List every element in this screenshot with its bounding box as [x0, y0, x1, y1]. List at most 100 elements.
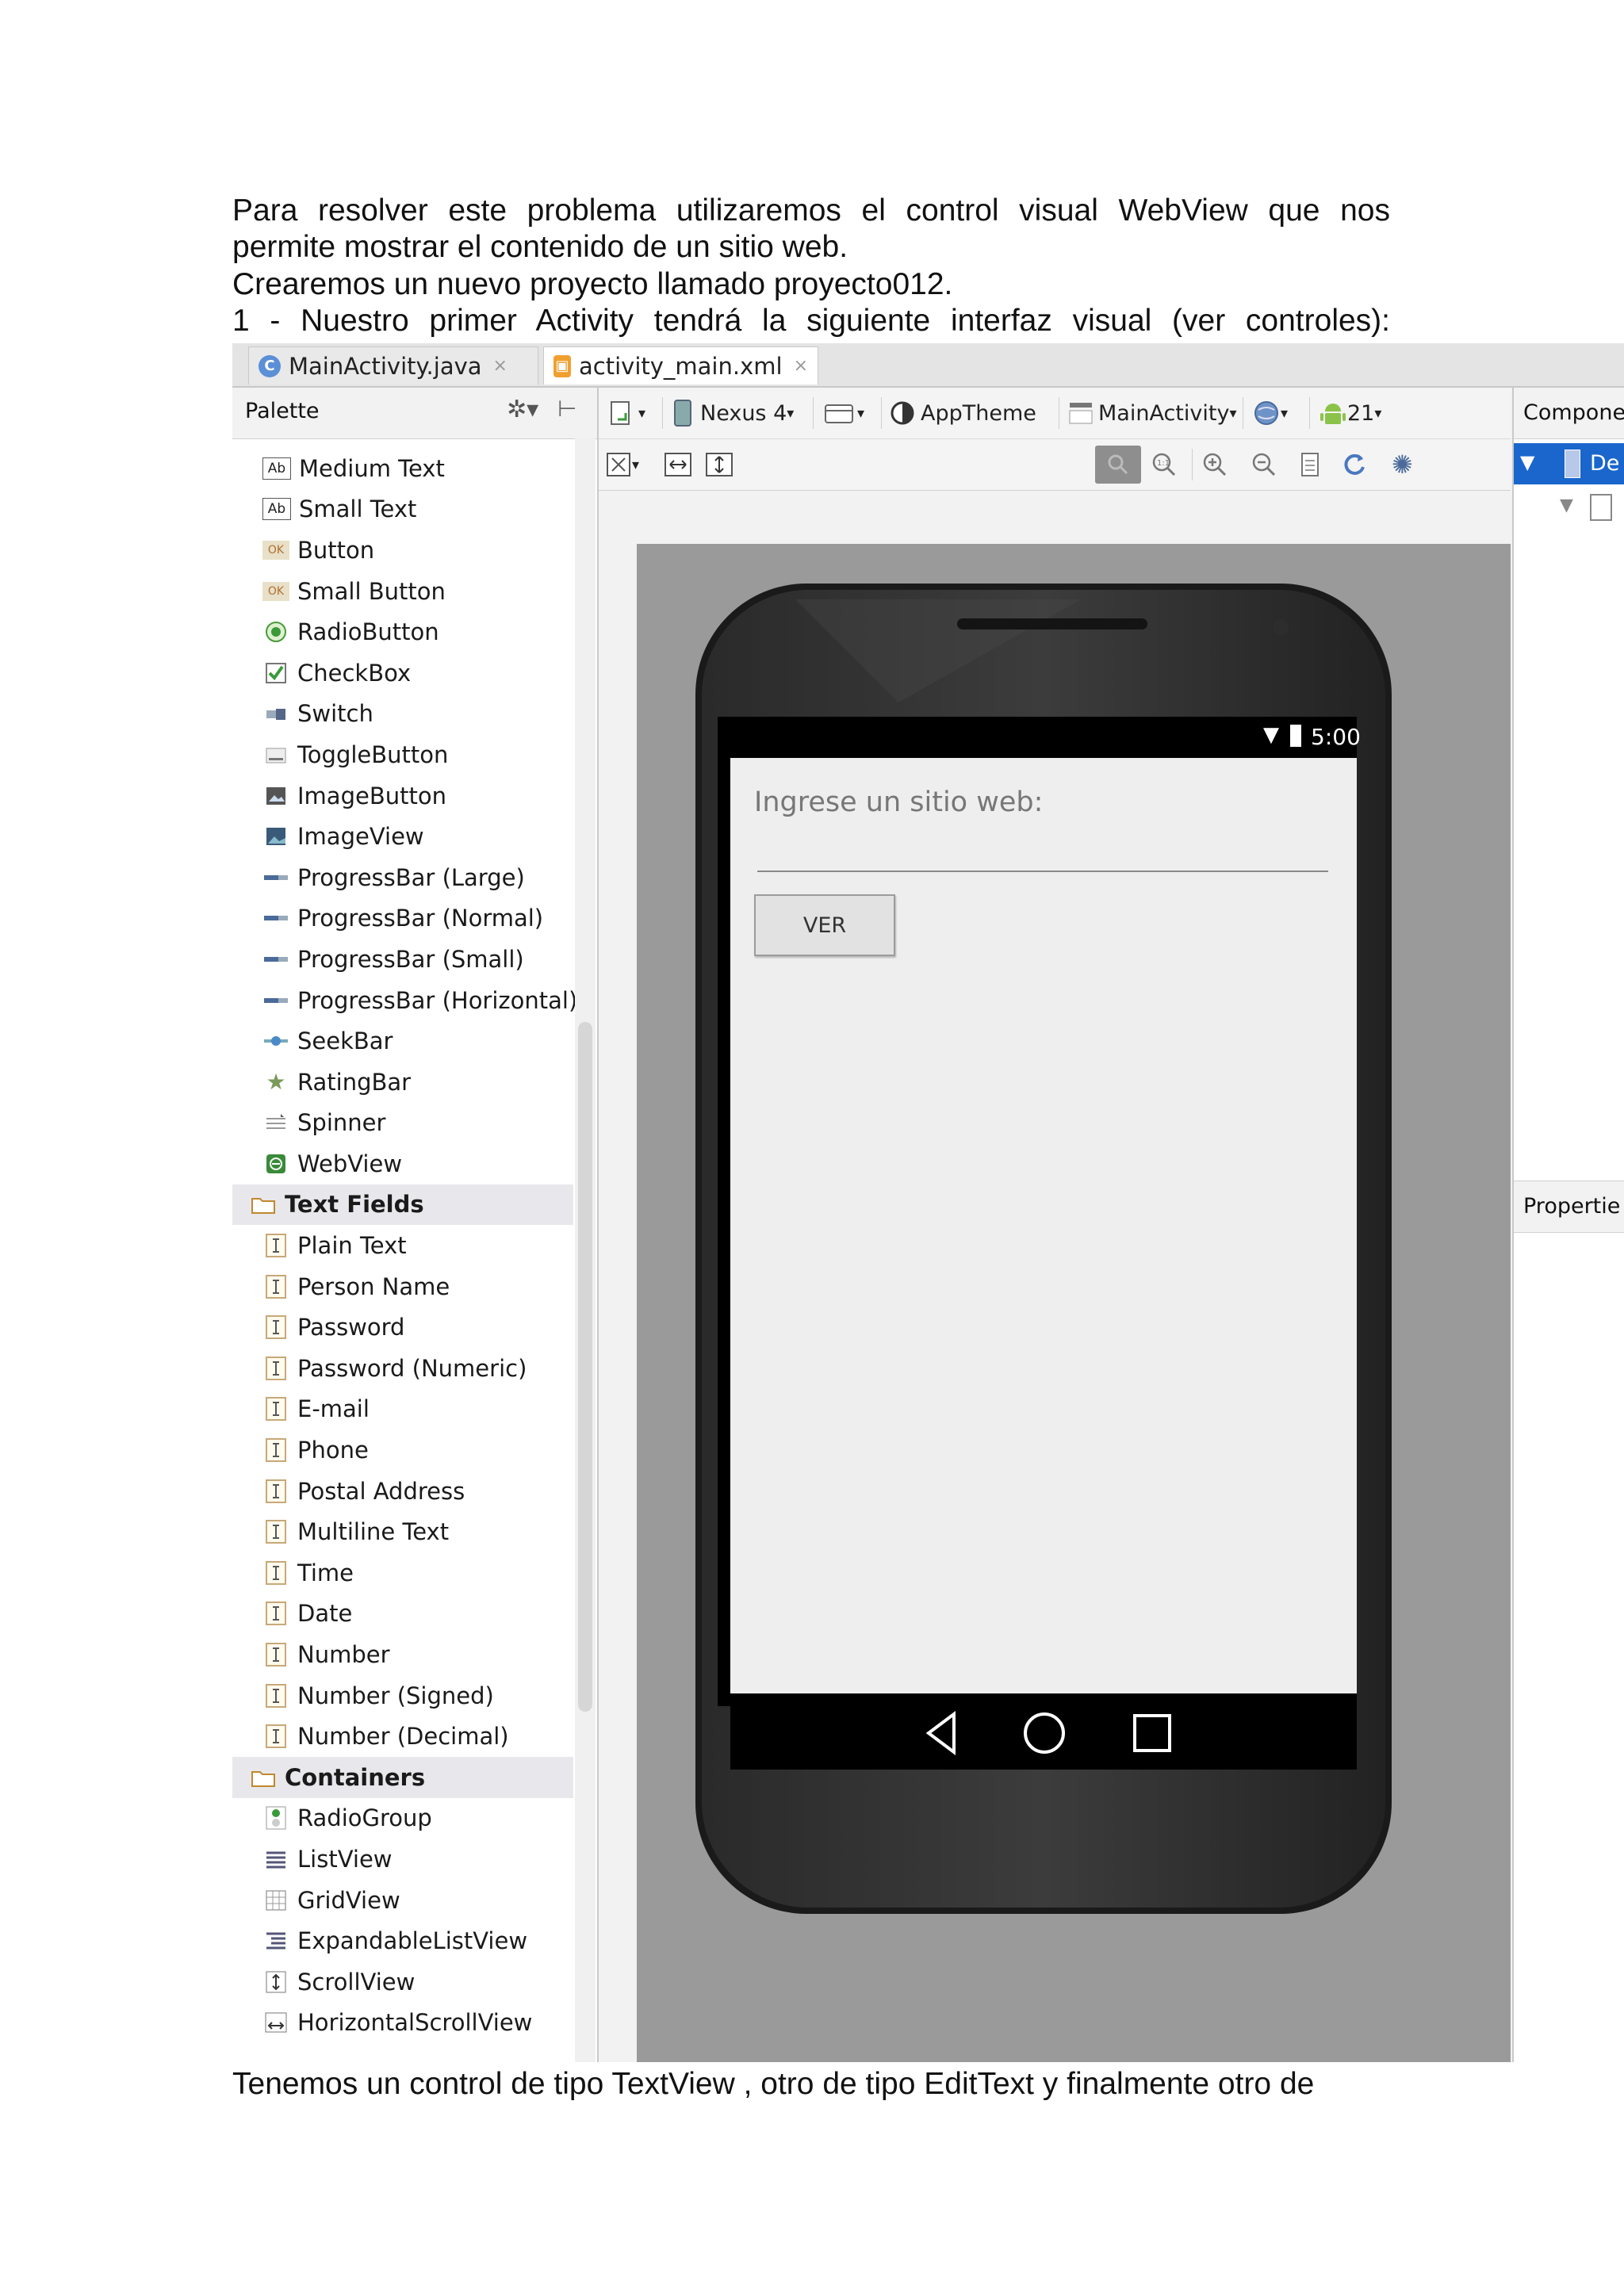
palette-item[interactable]: OK Small Button	[232, 571, 573, 612]
match-height-button[interactable]	[705, 449, 733, 480]
palette-item[interactable]: Ab Small Text	[232, 489, 573, 530]
refresh-icon	[1344, 453, 1365, 475]
settings-button[interactable]: ✺	[1392, 449, 1413, 480]
pin-icon[interactable]: ⊢	[557, 396, 576, 422]
palette-item[interactable]: Number (Signed)	[232, 1675, 573, 1716]
folder-icon	[250, 1192, 277, 1216]
palette-item[interactable]: Time	[232, 1552, 573, 1594]
magnifier-icon	[1108, 454, 1128, 475]
fit-icon	[607, 453, 630, 476]
palette-title: Palette	[245, 399, 320, 423]
palette-item-label: Text Fields	[285, 1191, 424, 1219]
palette-item[interactable]: GridView	[232, 1880, 573, 1921]
palette-item[interactable]: Person Name	[232, 1266, 573, 1307]
expand-icon: ▼	[1560, 496, 1573, 515]
palette-item[interactable]: Password (Numeric)	[232, 1348, 573, 1389]
close-icon[interactable]: ×	[794, 356, 808, 376]
edittext-url[interactable]	[757, 871, 1328, 872]
palette-item[interactable]: HorizontalScrollView	[232, 2003, 573, 2044]
text-field-icon	[262, 1601, 289, 1626]
recents-icon	[1133, 1714, 1171, 1752]
designer-toolbar: ▾ Nexus 4 ▾ ▾ AppTheme MainActivity ▾ ▾ 21…	[599, 388, 1511, 439]
progress-icon	[262, 866, 289, 890]
locale-selector[interactable]: ▾	[1252, 397, 1288, 429]
activity-icon	[1069, 403, 1093, 424]
palette-item-label: Multiline Text	[297, 1518, 450, 1546]
tab-mainactivity-java[interactable]: C MainActivity.java ×	[248, 346, 538, 385]
zoom-out-button[interactable]	[1251, 449, 1277, 480]
palette-item[interactable]: Ab Medium Text	[232, 448, 573, 489]
device-orientation-button[interactable]: ▾	[607, 397, 645, 429]
screenshot-button[interactable]	[1298, 449, 1322, 480]
component-tree-title: Compone	[1523, 400, 1624, 425]
gear-icon[interactable]: ✲▾	[507, 396, 538, 423]
zoom-fit-button[interactable]: 1:1	[1151, 449, 1178, 480]
match-width-button[interactable]	[664, 449, 692, 480]
textview-label: Ingrese un sitio web:	[754, 786, 1044, 818]
palette-category[interactable]: Text Fields	[232, 1184, 573, 1226]
palette-item[interactable]: Spinner	[232, 1103, 573, 1144]
palette-item-label: ImageButton	[297, 782, 446, 809]
toolbar-separator	[1309, 397, 1310, 429]
palette-item[interactable]: ToggleButton	[232, 734, 573, 775]
toolbar-separator	[813, 397, 814, 429]
palette-item[interactable]: ExpandableListView	[232, 1920, 573, 1961]
device-selector[interactable]: Nexus 4 ▾	[672, 397, 794, 429]
component-tree-device[interactable]: ▼ De	[1514, 443, 1624, 484]
palette-item[interactable]: ScrollView	[232, 1961, 573, 2003]
palette-item[interactable]: Plain Text	[232, 1225, 573, 1266]
activity-selector[interactable]: MainActivity ▾	[1068, 397, 1236, 429]
palette-item[interactable]: ListView	[232, 1839, 573, 1880]
close-icon[interactable]: ×	[493, 356, 508, 376]
palette-item[interactable]: ProgressBar (Normal)	[232, 898, 573, 939]
palette-item-label: GridView	[297, 1886, 400, 1914]
phone-screen: Ingrese un sitio web: VER	[730, 758, 1357, 1693]
refresh-button[interactable]	[1341, 449, 1369, 480]
palette-item[interactable]: Phone	[232, 1429, 573, 1471]
palette-item-label: Spinner	[297, 1109, 386, 1137]
document-icon	[611, 401, 630, 425]
palette-item[interactable]: ★ RatingBar	[232, 1062, 573, 1103]
zoom-in-button[interactable]	[1201, 449, 1228, 480]
palette-category[interactable]: Containers	[232, 1757, 573, 1798]
api-level-label: 21	[1347, 400, 1375, 426]
palette-item[interactable]: ProgressBar (Horizontal)	[232, 980, 577, 1021]
palette-item-label: ImageView	[297, 823, 424, 851]
palette-scrollbar-thumb[interactable]	[578, 1022, 592, 1712]
palette-item[interactable]: ProgressBar (Large)	[232, 857, 573, 898]
text-field-icon	[262, 1274, 289, 1299]
palette-item[interactable]: Number	[232, 1634, 573, 1675]
theme-selector[interactable]: AppTheme	[889, 397, 1036, 429]
palette-item[interactable]: WebView	[232, 1143, 573, 1184]
palette-item[interactable]: RadioButton	[232, 611, 573, 652]
component-tree-layout[interactable]: ▼	[1514, 488, 1624, 529]
palette-item[interactable]: ImageButton	[232, 775, 573, 817]
design-canvas[interactable]: ▼ 5:00 Ingrese un sitio web: VER	[637, 544, 1511, 2062]
device-label: De	[1590, 451, 1620, 476]
progress-icon	[262, 947, 289, 971]
fit-screen-button[interactable]: ▾	[605, 449, 639, 480]
palette-item[interactable]: Date	[232, 1594, 573, 1635]
palette-item[interactable]: CheckBox	[232, 652, 573, 694]
tab-activity-main-xml[interactable]: ▣ activity_main.xml ×	[543, 346, 818, 385]
palette-item[interactable]: SeekBar	[232, 1020, 573, 1062]
palette-item[interactable]: ProgressBar (Small)	[232, 939, 573, 980]
palette-item[interactable]: Multiline Text	[232, 1511, 573, 1552]
zoom-actual-button[interactable]	[1095, 446, 1141, 484]
palette-item[interactable]: Password	[232, 1307, 573, 1348]
properties-header: Propertie	[1514, 1181, 1624, 1233]
palette-item[interactable]: E-mail	[232, 1389, 573, 1430]
palette-item[interactable]: Number (Decimal)	[232, 1716, 573, 1757]
palette-item[interactable]: ImageView	[232, 816, 573, 857]
palette-item[interactable]: OK Button	[232, 530, 573, 571]
palette-item[interactable]: RadioGroup	[232, 1798, 573, 1839]
palette-item[interactable]: Switch	[232, 694, 573, 735]
palette-item[interactable]: Postal Address	[232, 1471, 573, 1512]
api-level-selector[interactable]: 21 ▾	[1319, 397, 1381, 429]
palette-header: Palette ✲▾ ⊢	[232, 388, 597, 439]
ok-button-icon: OK	[262, 540, 289, 560]
switch-icon	[262, 702, 289, 725]
ver-button[interactable]: VER	[754, 894, 895, 956]
java-class-icon: C	[259, 354, 281, 377]
orientation-button[interactable]: ▾	[822, 397, 864, 429]
